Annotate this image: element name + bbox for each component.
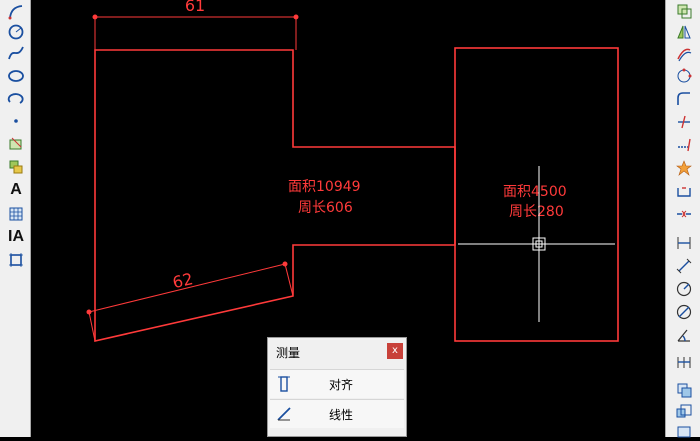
fillet-tool-button[interactable] [672,89,696,108]
break-tool-button[interactable] [672,181,696,200]
linear-dim-tool-button[interactable] [672,233,696,252]
table-icon [9,207,23,220]
text-tool-label: A [10,180,22,198]
aligned-dimension-button[interactable]: 对齐 [270,369,404,398]
right-modify-toolbar [665,0,700,437]
ellipse-tool-button[interactable] [4,66,28,85]
scale-tool-button[interactable] [672,402,696,421]
array-tool-button[interactable] [672,66,696,85]
left-draw-toolbar: A IA [0,0,31,437]
left-area-label: 面积10949 [288,179,361,195]
circle-icon [8,24,24,39]
radius-dimension-icon [676,281,692,296]
mirror-tool-button[interactable] [672,22,696,41]
slant-dimension-text: 62 [171,269,195,292]
arc-icon [8,4,23,19]
aligned-dimension-tool-icon [676,258,692,273]
extend-icon [678,138,691,151]
offset-tool-button[interactable] [672,44,696,63]
measure-panel-title: 测量 [276,345,301,360]
trim-icon [678,115,690,128]
circle-tool-button[interactable] [4,22,28,41]
multiline-text-tool-label: IA [8,227,24,245]
right-perimeter-label: 周长280 [509,204,564,220]
ellipse-icon [8,69,24,82]
explode-icon [676,159,692,176]
block-icon [9,160,23,173]
point-tool-button[interactable] [4,111,28,130]
mirror-icon [677,25,691,38]
join-tool-button[interactable] [672,204,696,223]
arc-tool-button[interactable] [4,2,28,21]
region-tool-button[interactable] [4,250,28,269]
point-icon [14,118,18,123]
offset-icon [677,48,692,61]
radius-dim-tool-button[interactable] [672,279,696,298]
stretch-tool-button[interactable] [672,422,696,441]
region-icon [9,252,23,267]
fillet-icon [677,91,690,105]
linear-dimension-label: 线性 [328,407,353,422]
aligned-dim-tool-button[interactable] [672,256,696,275]
copy-icon [677,4,692,18]
aligned-dimension-icon [270,370,298,398]
move-tool-button[interactable] [672,380,696,399]
table-tool-button[interactable] [4,204,28,223]
text-tool-button[interactable]: A [4,180,28,199]
aligned-dimension-label: 对齐 [328,377,353,392]
explode-tool-button[interactable] [672,158,696,177]
linear-dimension-icon [270,400,298,428]
continue-dim-tool-button[interactable] [672,352,696,371]
stretch-icon [677,426,691,437]
join-icon [677,210,691,217]
close-button[interactable]: x [387,343,403,359]
top-dimension-text: 61 [185,0,205,15]
diameter-dim-tool-button[interactable] [672,302,696,321]
spline-icon [8,46,24,59]
diameter-dimension-icon [676,304,692,319]
left-perimeter-label: 周长606 [298,200,353,216]
continue-dimension-icon [677,356,691,368]
extend-tool-button[interactable] [672,135,696,154]
linear-dimension-button[interactable]: 线性 [270,399,404,428]
break-icon [677,186,691,197]
array-icon [677,68,692,82]
multiline-text-tool-button[interactable]: IA [4,227,28,246]
ellipse-arc-icon [7,92,24,104]
ellipse-arc-tool-button[interactable] [4,89,28,108]
trim-tool-button[interactable] [672,112,696,131]
right-area-label: 面积4500 [503,184,567,200]
scale-icon [676,404,692,417]
hatch-tool-button[interactable] [4,134,28,153]
angle-dimension-icon [677,329,690,342]
measure-panel: 测量 x 对齐 线性 [267,337,407,437]
hatch-icon [9,137,22,149]
spline-tool-button[interactable] [4,43,28,62]
angle-dim-tool-button[interactable] [672,325,696,344]
copy-tool-button[interactable] [672,1,696,20]
linear-dimension-tool-icon [677,236,691,249]
move-icon [677,383,692,397]
block-tool-button[interactable] [4,157,28,176]
